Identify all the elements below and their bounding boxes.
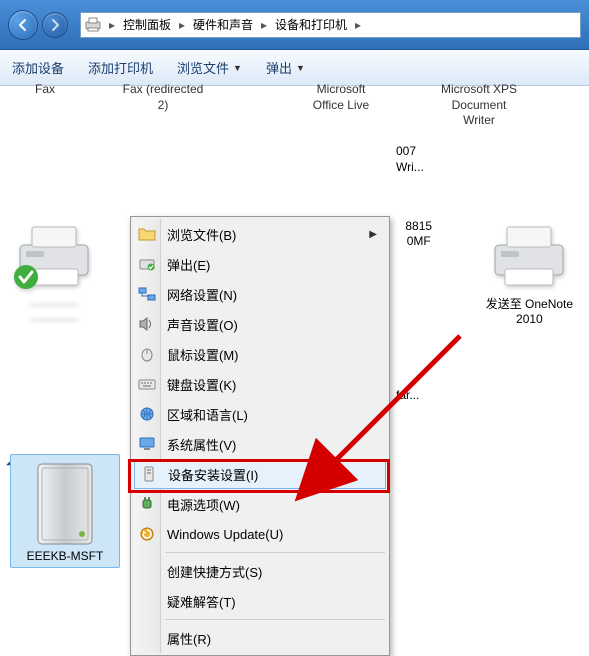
item-label: 2)	[108, 98, 218, 114]
folder-icon	[137, 224, 157, 244]
printer-item[interactable]: Fax	[10, 82, 80, 98]
ctx-label: 属性(R)	[167, 629, 211, 648]
power-plug-icon	[137, 494, 157, 514]
chevron-right-icon: ▶	[369, 229, 377, 240]
eject-icon	[137, 254, 157, 274]
ctx-system-properties[interactable]: 系统属性(V)	[133, 429, 387, 459]
mouse-icon	[137, 344, 157, 364]
ctx-create-shortcut[interactable]: 创建快捷方式(S)	[133, 556, 387, 586]
chevron-right-icon: ▸	[353, 18, 363, 32]
menu-separator	[165, 619, 385, 620]
keyboard-icon	[137, 374, 157, 394]
ctx-power-options[interactable]: 电源选项(W)	[133, 489, 387, 519]
hard-drive-icon	[13, 459, 117, 549]
item-label: ————	[10, 312, 98, 328]
item-label: Writer	[424, 113, 534, 129]
item-label: ————	[10, 297, 98, 313]
menu-separator	[165, 552, 385, 553]
tower-icon	[139, 464, 159, 484]
device-item-computer[interactable]: EEEKB-MSFT	[10, 454, 120, 568]
toolbar-eject[interactable]: 弹出 ▼	[266, 58, 305, 77]
ctx-label: 系统属性(V)	[167, 435, 236, 454]
ctx-eject[interactable]: 弹出(E)	[133, 249, 387, 279]
ctx-label: 设备安装设置(I)	[168, 465, 258, 484]
speaker-icon	[137, 314, 157, 334]
ctx-windows-update[interactable]: Windows Update(U)	[133, 519, 387, 549]
ctx-label: 键盘设置(K)	[167, 375, 236, 394]
printer-item-default[interactable]: ———— ————	[10, 219, 98, 328]
address-bar[interactable]: ▸ 控制面板 ▸ 硬件和声音 ▸ 设备和打印机 ▸	[80, 12, 581, 38]
item-label: 007 Wri...	[396, 144, 424, 175]
printers-row-partial: Fax Fax (redirected 2) Microsoft Office …	[10, 82, 579, 129]
item-label: 8815	[386, 219, 452, 235]
toolbar-label: 添加打印机	[88, 58, 153, 77]
ctx-sound-settings[interactable]: 声音设置(O)	[133, 309, 387, 339]
breadcrumb-root-sep[interactable]: ▸	[107, 18, 117, 32]
item-label: 发送至 OneNote	[480, 297, 579, 313]
ctx-label: 网络设置(N)	[167, 285, 237, 304]
toolbar-browse-files[interactable]: 浏览文件 ▼	[177, 58, 242, 77]
ctx-label: 电源选项(W)	[167, 495, 240, 514]
item-label: Office Live	[286, 98, 396, 114]
ctx-label: 疑难解答(T)	[167, 592, 236, 611]
toolbar-label: 弹出	[266, 58, 292, 77]
command-toolbar: 添加设备 添加打印机 浏览文件 ▼ 弹出 ▼	[0, 50, 589, 86]
context-menu: 浏览文件(B) ▶ 弹出(E) 网络设置(N) 声音设置(O) 鼠标	[130, 216, 390, 656]
ctx-troubleshoot[interactable]: 疑难解答(T)	[133, 586, 387, 616]
printer-item[interactable]: Microsoft Office Live	[286, 82, 396, 113]
chevron-down-icon: ▼	[296, 63, 305, 73]
computer-icon	[137, 434, 157, 454]
ctx-network-settings[interactable]: 网络设置(N)	[133, 279, 387, 309]
ctx-label: 弹出(E)	[167, 255, 210, 274]
nav-back-button[interactable]	[8, 10, 38, 40]
breadcrumb: ▸ 控制面板 ▸ 硬件和声音 ▸ 设备和打印机 ▸	[107, 14, 363, 35]
item-label: 2010	[480, 312, 579, 328]
breadcrumb-devices-printers[interactable]: 设备和打印机	[271, 14, 351, 35]
ctx-label: 浏览文件(B)	[167, 225, 236, 244]
toolbar-label: 添加设备	[12, 58, 64, 77]
window-titlebar: ▸ 控制面板 ▸ 硬件和声音 ▸ 设备和打印机 ▸	[0, 0, 589, 50]
ctx-label: 鼠标设置(M)	[167, 345, 239, 364]
chevron-right-icon: ▸	[259, 18, 269, 32]
ctx-label: 声音设置(O)	[167, 315, 238, 334]
ctx-keyboard-settings[interactable]: 键盘设置(K)	[133, 369, 387, 399]
ctx-mouse-settings[interactable]: 鼠标设置(M)	[133, 339, 387, 369]
chevron-down-icon: ▼	[233, 63, 242, 73]
item-label: Document	[424, 98, 534, 114]
printer-item[interactable]: Microsoft XPS Document Writer	[424, 82, 534, 129]
item-label: far...	[396, 388, 419, 402]
devices-printers-icon	[85, 17, 101, 33]
item-label: Microsoft	[286, 82, 396, 98]
ctx-device-install-settings[interactable]: 设备安装设置(I)	[134, 459, 386, 489]
ctx-region-language[interactable]: 区域和语言(L)	[133, 399, 387, 429]
chevron-right-icon: ▸	[177, 18, 187, 32]
ctx-label: 创建快捷方式(S)	[167, 562, 262, 581]
windows-update-icon	[137, 524, 157, 544]
ctx-browse-files[interactable]: 浏览文件(B) ▶	[133, 219, 387, 249]
network-icon	[137, 284, 157, 304]
printer-item[interactable]: Fax (redirected 2)	[108, 82, 218, 113]
globe-icon	[137, 404, 157, 424]
item-label: Microsoft XPS	[424, 82, 534, 98]
item-label: Fax (redirected	[108, 82, 218, 98]
printer-icon	[10, 219, 98, 293]
item-label: Fax	[10, 82, 80, 98]
breadcrumb-hardware-sound[interactable]: 硬件和声音	[189, 14, 257, 35]
content-area: Fax Fax (redirected 2) Microsoft Office …	[0, 86, 589, 641]
nav-forward-button[interactable]	[42, 12, 68, 38]
ctx-label: Windows Update(U)	[167, 527, 283, 542]
toolbar-add-device[interactable]: 添加设备	[12, 58, 64, 77]
ctx-label: 区域和语言(L)	[167, 405, 248, 424]
breadcrumb-control-panel[interactable]: 控制面板	[119, 14, 175, 35]
ctx-properties[interactable]: 属性(R)	[133, 623, 387, 653]
device-label: EEEKB-MSFT	[27, 549, 104, 563]
printer-item-onenote[interactable]: 发送至 OneNote 2010	[480, 219, 579, 328]
toolbar-add-printer[interactable]: 添加打印机	[88, 58, 153, 77]
item-label: 0MF	[386, 234, 452, 250]
printer-icon	[480, 219, 579, 293]
toolbar-label: 浏览文件	[177, 58, 229, 77]
printer-item[interactable]: 8815 0MF	[386, 219, 452, 250]
